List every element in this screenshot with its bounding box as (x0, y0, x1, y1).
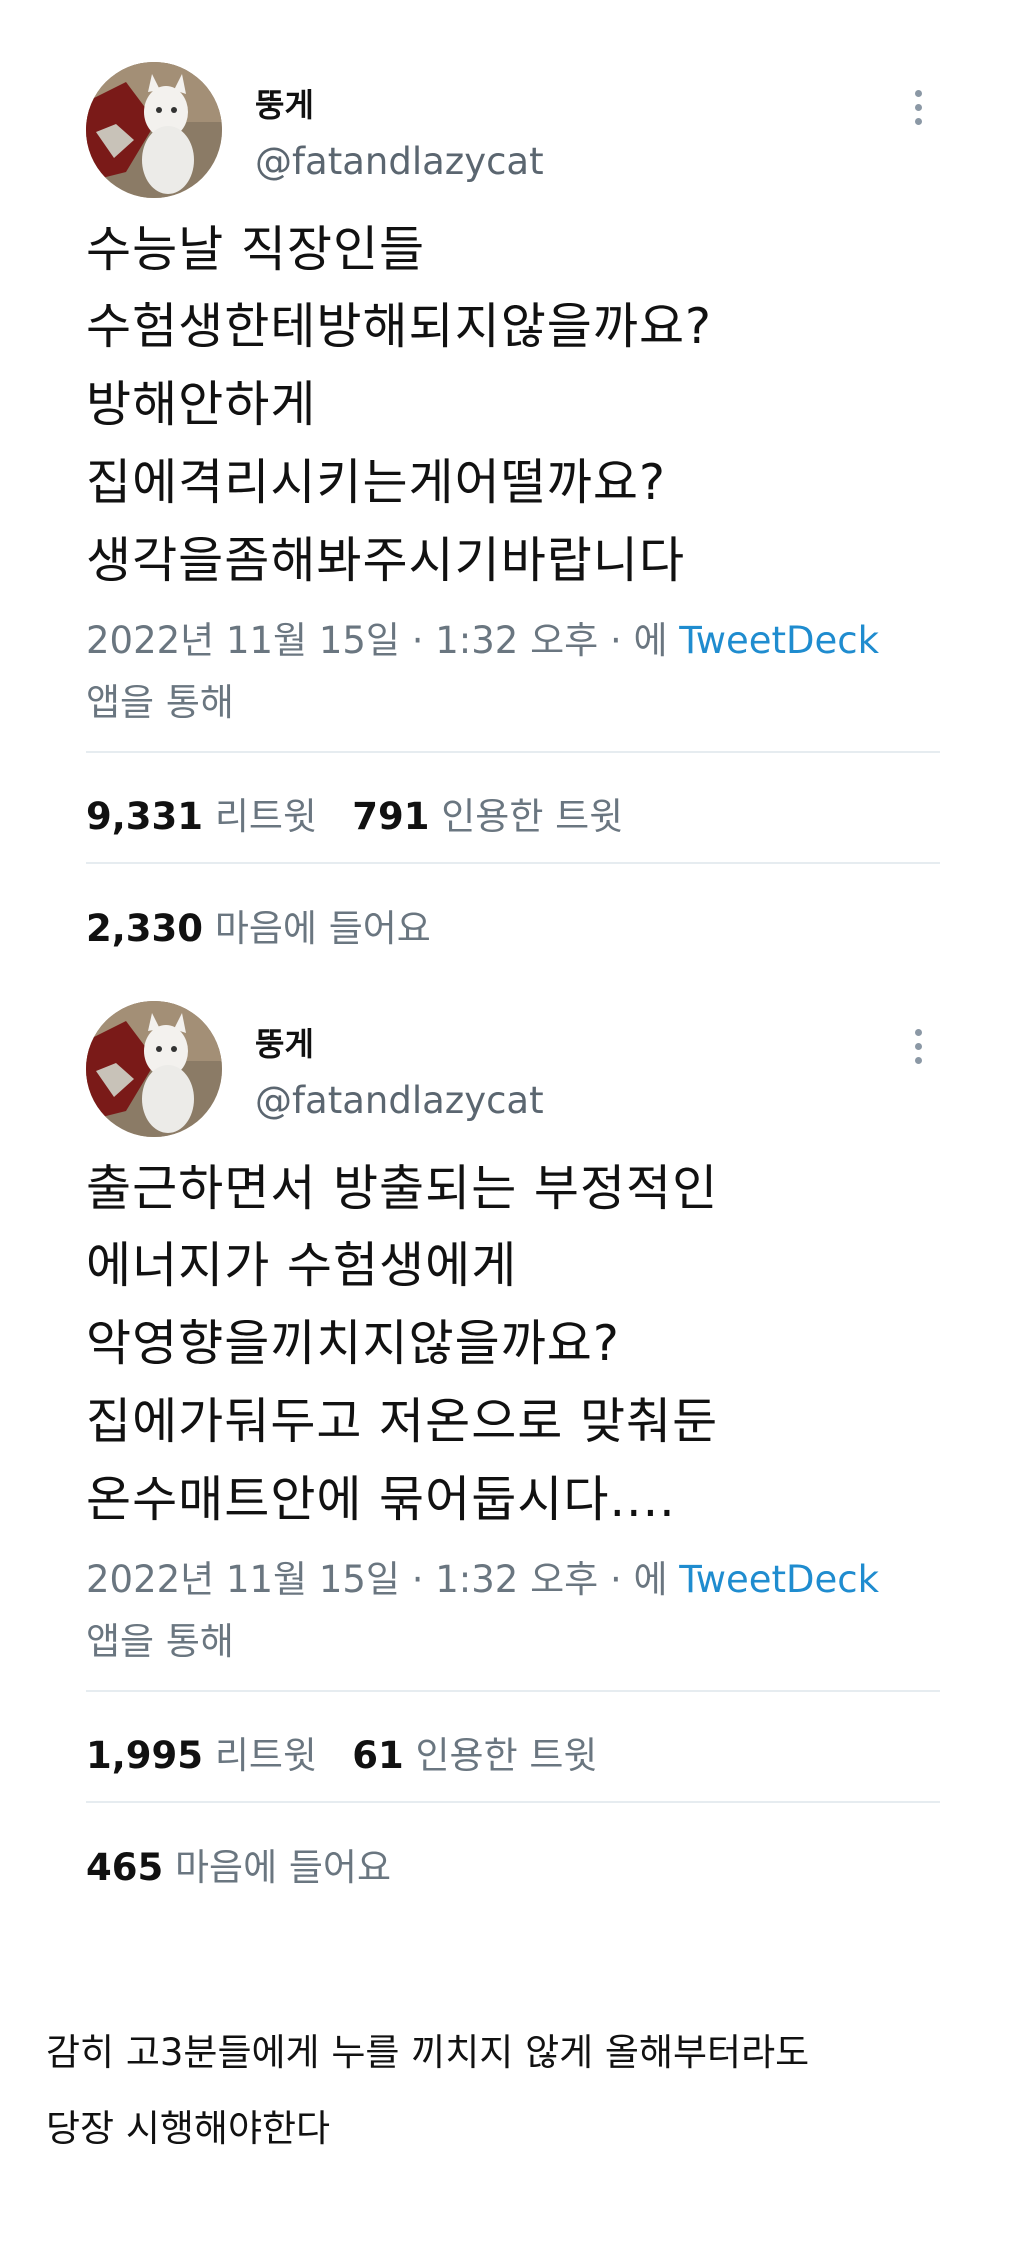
divider (86, 1690, 940, 1692)
user-handle[interactable]: @fatandlazycat (255, 1079, 544, 1122)
display-name[interactable]: 뚱게 (255, 80, 314, 126)
tweet-text-line: 집에가둬두고 저온으로 맞춰둔 (86, 1393, 719, 1450)
more-options-icon[interactable] (908, 1029, 928, 1071)
quote-label[interactable]: 인용한 트윗 (441, 795, 623, 838)
retweet-count[interactable]: 1,995 (86, 1734, 203, 1777)
tweet-card-2: 뚱게 @fatandlazycat 출근하면서 방출되는 부정적인 에너지가 수… (0, 1001, 1024, 1901)
retweet-label[interactable]: 리트윗 (215, 1734, 317, 1777)
tweet-text-line: 악영향을끼치지않을까요? (86, 1315, 620, 1372)
retweet-stats-row: 9,331 리트윗 791 인용한 트윗 (86, 786, 623, 840)
tweet-text-line: 수능날 직장인들 (86, 221, 426, 278)
tweet-text-line: 집에격리시키는게어떨까요? (86, 454, 666, 511)
more-options-icon[interactable] (908, 90, 928, 132)
tweet-timestamp[interactable]: 2022년 11월 15일 · 1:32 오후 · 에 (86, 1558, 668, 1601)
display-name[interactable]: 뚱게 (255, 1019, 314, 1065)
retweet-stats-row: 1,995 리트윗 61 인용한 트윗 (86, 1725, 597, 1779)
retweet-label[interactable]: 리트윗 (215, 795, 317, 838)
cat-avatar-icon (86, 62, 222, 198)
cat-avatar-icon (86, 1001, 222, 1137)
like-count[interactable]: 2,330 (86, 907, 203, 950)
tweet-text-line: 출근하면서 방출되는 부정적인 (86, 1160, 719, 1217)
tweet-text-line: 방해안하게 (86, 376, 317, 433)
tweet-timestamp-row: 2022년 11월 15일 · 1:32 오후 · 에 TweetDeck (86, 1549, 879, 1603)
source-via: 앱을 통해 (86, 1620, 234, 1663)
like-label[interactable]: 마음에 들어요 (175, 1846, 391, 1889)
divider (86, 1801, 940, 1803)
caption-line: 당장 시행해야한다 (46, 2107, 331, 2150)
avatar[interactable] (86, 1001, 222, 1137)
source-via: 앱을 통해 (86, 681, 234, 724)
likes-stats-row: 2,330 마음에 들어요 (86, 898, 431, 952)
tweet-text-line: 에너지가 수험생에게 (86, 1237, 518, 1294)
tweet-card-1: 뚱게 @fatandlazycat 수능날 직장인들 수험생한테방해되지않을까요… (0, 62, 1024, 962)
source-app-link[interactable]: TweetDeck (679, 1558, 879, 1601)
caption-line: 감히 고3분들에게 누를 끼치지 않게 올해부터라도 (46, 2031, 810, 2074)
tweet-timestamp[interactable]: 2022년 11월 15일 · 1:32 오후 · 에 (86, 619, 668, 662)
source-app-link[interactable]: TweetDeck (679, 619, 879, 662)
likes-stats-row: 465 마음에 들어요 (86, 1837, 391, 1891)
divider (86, 751, 940, 753)
quote-label[interactable]: 인용한 트윗 (416, 1734, 598, 1777)
like-count[interactable]: 465 (86, 1846, 163, 1889)
tweet-text-line: 수험생한테방해되지않을까요? (86, 298, 713, 355)
retweet-count[interactable]: 9,331 (86, 795, 203, 838)
tweet-text-line: 온수매트안에 묶어둡시다.... (86, 1471, 676, 1528)
quote-count[interactable]: 61 (352, 1734, 404, 1777)
avatar[interactable] (86, 62, 222, 198)
divider (86, 862, 940, 864)
tweet-timestamp-row: 2022년 11월 15일 · 1:32 오후 · 에 TweetDeck (86, 610, 879, 664)
tweet-text-line: 생각을좀해봐주시기바랍니다 (86, 532, 686, 589)
user-handle[interactable]: @fatandlazycat (255, 140, 544, 183)
quote-count[interactable]: 791 (352, 795, 429, 838)
like-label[interactable]: 마음에 들어요 (215, 907, 431, 950)
